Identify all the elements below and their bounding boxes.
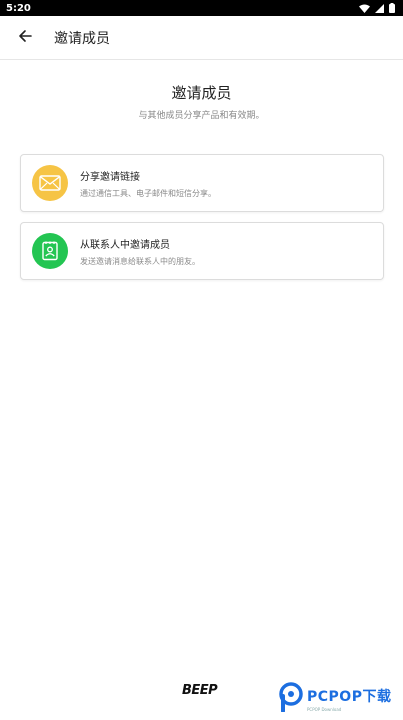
contact-book-icon [32,233,68,269]
watermark-text: PCPOP下载 PCPOP Download [307,686,391,712]
mail-icon [32,165,68,201]
pcpop-logo-icon [278,682,304,716]
cellular-signal-icon [375,3,384,13]
option-description: 发送邀请消息给联系人中的朋友。 [80,256,200,266]
back-button[interactable] [10,23,40,53]
share-invite-link-option[interactable]: 分享邀请链接 通过通信工具、电子邮件和短信分享。 [20,154,384,212]
option-text: 分享邀请链接 通过通信工具、电子邮件和短信分享。 [80,168,216,199]
watermark-sub: PCPOP Download [307,707,342,712]
app-bar: 邀请成员 [0,16,403,60]
wifi-icon [359,4,370,13]
battery-icon [389,3,395,13]
option-title: 从联系人中邀请成员 [80,239,170,251]
status-bar: 5:20 [0,0,403,16]
watermark: PCPOP下载 PCPOP Download [278,682,391,716]
watermark-main: PCPOP下载 [307,689,392,705]
option-description: 通过通信工具、电子邮件和短信分享。 [80,188,216,198]
beep-logo: BEEP [182,683,218,698]
app-bar-title: 邀请成员 [54,30,110,47]
invite-from-contacts-option[interactable]: 从联系人中邀请成员 发送邀请消息给联系人中的朋友。 [20,222,384,280]
option-text: 从联系人中邀请成员 发送邀请消息给联系人中的朋友。 [80,236,200,267]
status-icons [359,3,395,13]
page-title: 邀请成员 [171,84,232,102]
option-title: 分享邀请链接 [80,171,140,183]
status-time: 5:20 [6,2,31,14]
arrow-left-icon [18,28,32,47]
page-subtitle: 与其他成员分享产品和有效期。 [138,111,265,121]
